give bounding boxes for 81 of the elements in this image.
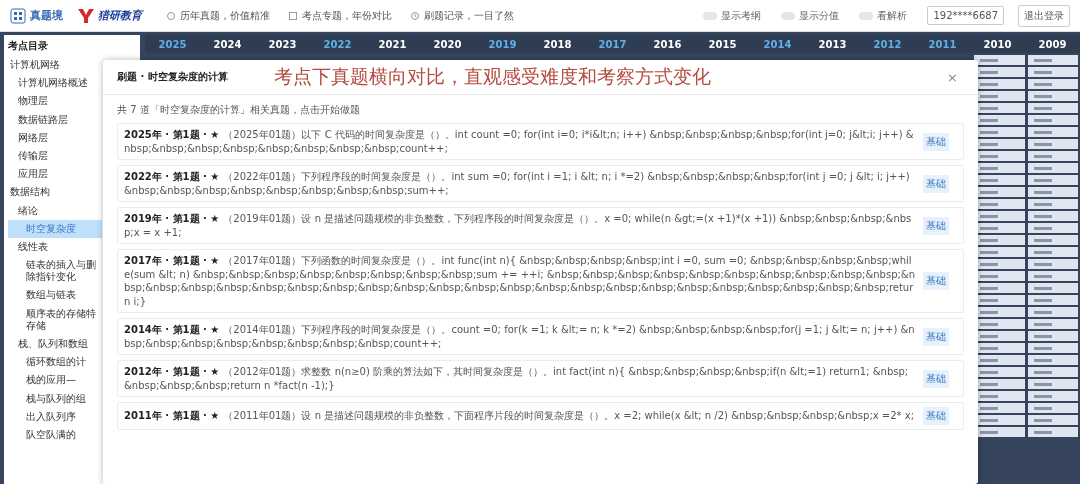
year-tab[interactable]: 2017	[585, 35, 640, 53]
logo-icon	[77, 7, 95, 24]
sidebar-item[interactable]: 循环数组的计	[8, 353, 102, 372]
level-tag: 基础	[923, 132, 949, 151]
circle-icon	[166, 10, 176, 21]
question-row[interactable]: 2025年 · 第1题 · ★ （2025年01题）以下 C 代码的时间复杂度是（）。int count =0; for(int i=0; i*i&lt;n; i++) &nbsp;&nbsp;&nbsp;&nbsp;for(int j=0; j&lt;i; j++) &nbsp;&nbsp;&nbsp;&nbsp;&nbsp;&nbsp;&nbsp;&nbsp;count++; 基础	[117, 123, 964, 160]
year-tab[interactable]: 2016	[640, 35, 695, 53]
summary-text: 共 7 道「时空复杂度的计算」相关真题，点击开始做题	[116, 103, 361, 117]
question-row[interactable]: 2011年 · 第1题 · ★ （2011年01题）设 n 是描述问题规模的非负整数，下面程序片段的时间复杂度是（）。x =2; while(x &lt; n /2) &nbsp;&nbsp;&nbsp;&nbsp;x =2* x; 基础	[117, 402, 964, 430]
year-tab[interactable]: 2024	[200, 35, 255, 53]
sidebar-item[interactable]: 应用层	[8, 165, 102, 184]
grid-icon	[10, 7, 26, 24]
sidebar-item[interactable]: 线性表	[8, 237, 102, 257]
year-tab[interactable]: 2021	[365, 35, 420, 53]
question-text: 2011年 · 第1题 · ★ （2011年01题）设 n 是描述问题规模的非负整数，下面程序片段的时间复杂度是（）。x =2; while(x &lt; n /2) &nbsp;&nbsp;&nbsp;&nbsp;x =2* x;	[124, 409, 915, 423]
year-tab[interactable]: 2020	[420, 35, 475, 53]
toggle-switch[interactable]	[859, 11, 874, 20]
sidebar-title: 考点目录	[8, 39, 49, 53]
sidebar-item[interactable]: 数据链路层	[8, 110, 102, 129]
sidebar-item[interactable]: 链表的插入与删除指针变化	[8, 256, 102, 287]
question-text: 2025年 · 第1题 · ★ （2025年01题）以下 C 代码的时间复杂度是（）。int count =0; for(int i=0; i*i&lt;n; i++) &nbsp;&nbsp;&nbsp;&nbsp;for(int j=0; j&lt;i; j++) &nbsp;&nbsp;&nbsp;&nbsp;&nbsp;&nbsp;&nbsp;&nbsp;count++;	[124, 128, 915, 155]
question-text: 2014年 · 第1题 · ★ （2014年01题）下列程序段的时间复杂度是（）。count =0; for(k =1; k &lt;= n; k *=2) &nbsp;&nbsp;&nbsp;&nbsp;for(j =1; j &lt;= n; j++) &nbsp;&nbsp;&nbsp;&nbsp;&nbsp;&nbsp;&nbsp;&nbsp;count++;	[124, 323, 915, 350]
account-button[interactable]: 192****6687	[927, 6, 1004, 25]
year-tab[interactable]: 2009	[1025, 35, 1080, 53]
toggle-switch[interactable]	[703, 11, 718, 20]
sidebar-item[interactable]: 计算机网络	[8, 56, 102, 75]
menu-item[interactable]: 刷题记录，一目了然	[410, 8, 514, 23]
question-row[interactable]: 2019年 · 第1题 · ★ （2019年01题）设 n 是描述问题规模的非负整数，下列程序段的时间复杂度是（）。x =0; while(n &gt;=(x +1)*(x +1)) &nbsp;&nbsp;&nbsp;&nbsp;x = x +1; 基础	[117, 207, 964, 244]
toggle-label: 显示分值	[799, 8, 840, 23]
question-row[interactable]: 2012年 · 第1题 · ★ （2012年01题）求整数 n(n≥0) 阶乘的算法如下，其时间复杂度是（）。int fact(int n){ &nbsp;&nbsp;&nbsp;&nbsp;if(n &lt;=1) return1; &nbsp;&nbsp;&nbsp;&nbsp;return n *fact(n -1);} 基础	[117, 360, 964, 397]
year-tab[interactable]: 2023	[255, 35, 310, 53]
sidebar-item[interactable]: 栈与队列的组	[8, 389, 102, 408]
year-tab[interactable]: 2012	[860, 35, 915, 53]
sidebar-item[interactable]: 顺序表的存储特存储	[8, 304, 102, 335]
sidebar-item[interactable]: 队空队满的	[8, 425, 102, 445]
year-tab[interactable]: 2025	[145, 35, 200, 53]
level-tag: 基础	[923, 216, 949, 235]
sidebar-item[interactable]: 物理层	[8, 92, 102, 111]
toggle-label: 显示考纲	[721, 8, 762, 23]
partner-name: 猎研教育	[98, 8, 142, 23]
toggle-label: 看解析	[877, 8, 908, 23]
year-tab[interactable]: 2015	[695, 35, 750, 53]
question-row[interactable]: 2014年 · 第1题 · ★ （2014年01题）下列程序段的时间复杂度是（）。count =0; for(k =1; k &lt;= n; k *=2) &nbsp;&nbsp;&nbsp;&nbsp;for(j =1; j &lt;= n; j++) &nbsp;&nbsp;&nbsp;&nbsp;&nbsp;&nbsp;&nbsp;&nbsp;count++; 基础	[117, 318, 964, 355]
year-tab[interactable]: 2013	[805, 35, 860, 53]
brand-name: 真题境	[30, 8, 63, 23]
question-row[interactable]	[117, 249, 964, 313]
level-tag: 基础	[923, 407, 949, 425]
year-tab[interactable]: 2019	[475, 35, 530, 53]
question-text: 2012年 · 第1题 · ★ （2012年01题）求整数 n(n≥0) 阶乘的算法如下，其时间复杂度是（）。int fact(int n){ &nbsp;&nbsp;&nbsp;&nbsp;if(n &lt;=1) return1; &nbsp;&nbsp;&nbsp;&nbsp;return n *fact(n -1);}	[124, 365, 910, 392]
sidebar-item[interactable]: 网络层	[8, 128, 102, 147]
logout-button[interactable]: 退出登录	[1018, 4, 1070, 27]
question-row[interactable]: 2022年 · 第1题 · ★ （2022年01题）下列程序段的时间复杂度是（）。int sum =0; for(int i =1; i &lt; n; i *=2) &nbsp;&nbsp;&nbsp;&nbsp;for(int j =0; j &lt; i; j++) &nbsp;&nbsp;&nbsp;&nbsp;&nbsp;&nbsp;&nbsp;&nbsp;sum++; 基础	[117, 165, 964, 202]
toggle-switch[interactable]	[781, 11, 796, 20]
sidebar-item[interactable]: 数组与链表	[8, 286, 102, 305]
sidebar-item[interactable]: 栈、队列和数组	[8, 335, 102, 354]
question-text: 2019年 · 第1题 · ★ （2019年01题）设 n 是描述问题规模的非负整数，下列程序段的时间复杂度是（）。x =0; while(n &gt;=(x +1)*(x +1)) &nbsp;&nbsp;&nbsp;&nbsp;x = x +1;	[124, 212, 913, 239]
question-text: 2022年 · 第1题 · ★ （2022年01题）下列程序段的时间复杂度是（）。int sum =0; for(int i =1; i &lt; n; i *=2) &nbsp;&nbsp;&nbsp;&nbsp;for(int j =0; j &lt; i; j++) &nbsp;&nbsp;&nbsp;&nbsp;&nbsp;&nbsp;&nbsp;&nbsp;sum++;	[124, 170, 911, 197]
level-tag: 基础	[923, 327, 949, 346]
sidebar-item[interactable]: 计算机网络概述	[8, 74, 102, 93]
square-icon	[288, 10, 298, 21]
level-tag: 基础	[923, 272, 949, 290]
question-text: 2017年 · 第1题 · ★ （2017年01题）下列函数的时间复杂度是（）。int func(int n){ &nbsp;&nbsp;&nbsp;&nbsp;int i =0, sum =0; &nbsp;&nbsp;&nbsp;&nbsp;while(sum &lt; n) &nbsp;&nbsp;&nbsp;&nbsp;&nbsp;&nbsp;&nbsp;&nbsp;sum += ++i; &nbsp;&nbsp;&nbsp;&nbsp;&nbsp;&nbsp;&nbsp;&nbsp;&nbsp;&nbsp;&nbsp;&nbsp;&nbsp;&nbsp;&nbsp;&nbsp;&nbsp;&nbsp;&nbsp;&nbsp;&nbsp;&nbsp;&nbsp;&nbsp;&nbsp;&nbsp;&nbsp;&nbsp;&nbsp;&nbsp;&nbsp;&nbsp;return i;}	[124, 254, 915, 308]
level-tag: 基础	[923, 369, 949, 388]
level-tag: 基础	[923, 174, 949, 193]
year-tab[interactable]: 2011	[915, 35, 970, 53]
sidebar-item[interactable]: 传输层	[8, 146, 102, 166]
close-button[interactable]: ×	[941, 68, 964, 86]
year-tab[interactable]: 2014	[750, 35, 805, 53]
menu-item[interactable]: 历年真题，价值精准	[166, 8, 270, 23]
year-tab[interactable]: 2018	[530, 35, 585, 53]
year-tab[interactable]: 2022	[310, 35, 365, 53]
sidebar-item[interactable]: 栈的应用—	[8, 371, 102, 390]
sidebar-item[interactable]: 出入队列序	[8, 407, 102, 426]
caption: 考点下真题横向对比，直观感受难度和考察方式变化	[273, 64, 712, 89]
sidebar-item[interactable]: 绪论	[8, 201, 102, 220]
year-tab[interactable]: 2010	[970, 35, 1025, 53]
dialog-title: 刷题 · 时空复杂度的计算	[117, 70, 228, 84]
sidebar-item[interactable]: 数据结构	[8, 183, 102, 202]
clock-icon	[410, 10, 420, 21]
menu-item[interactable]: 考点专题，年份对比	[288, 8, 392, 23]
sidebar-item[interactable]: 时空复杂度	[8, 219, 102, 238]
